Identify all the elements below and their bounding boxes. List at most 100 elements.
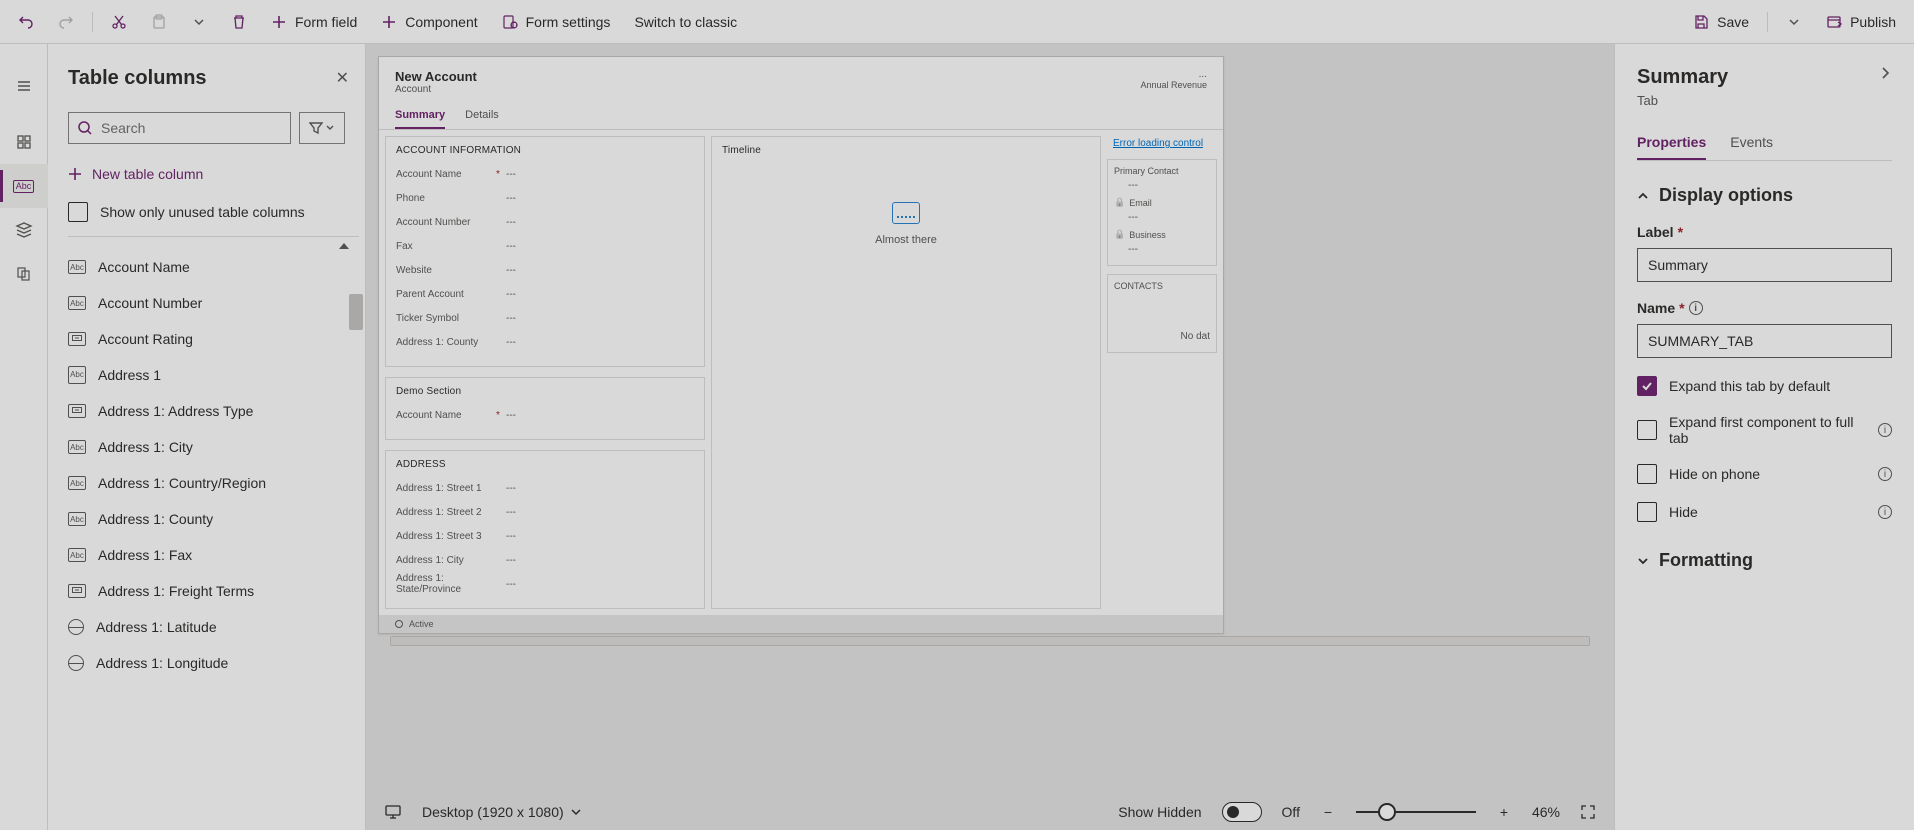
add-form-field-button[interactable]: Form field [261, 6, 367, 38]
properties-tab[interactable]: Properties [1637, 126, 1706, 160]
column-label: Address 1 [98, 367, 161, 383]
save-split-button[interactable] [1776, 6, 1812, 38]
column-item[interactable]: Account Rating [68, 321, 349, 357]
rail-components[interactable] [0, 120, 48, 164]
filter-button[interactable] [299, 112, 345, 144]
column-item[interactable]: AbcAddress 1 [68, 357, 349, 393]
column-item[interactable]: AbcAddress 1: Fax [68, 537, 349, 573]
show-unused-checkbox[interactable]: Show only unused table columns [68, 196, 359, 236]
required-marker: * [496, 169, 506, 180]
section-demo[interactable]: Demo Section Account Name*--- [385, 377, 705, 440]
search-input[interactable] [93, 120, 282, 136]
new-table-column-button[interactable]: New table column [68, 160, 359, 196]
section-timeline[interactable]: Timeline Almost there [711, 136, 1101, 609]
columns-list[interactable]: AbcAccount NameAbcAccount Number Account … [68, 236, 359, 830]
form-tab-details[interactable]: Details [465, 103, 499, 129]
required-marker: * [496, 410, 506, 421]
form-tab-summary[interactable]: Summary [395, 103, 445, 129]
chevron-down-icon [1786, 14, 1802, 30]
form-field-row[interactable]: Address 1: Street 1--- [396, 476, 694, 500]
expand-first-checkbox[interactable]: Expand first component to full tab i [1637, 414, 1892, 446]
scrollbar-thumb[interactable] [349, 294, 363, 330]
cut-button[interactable] [101, 6, 137, 38]
column-item[interactable]: AbcAddress 1: Country/Region [68, 465, 349, 501]
rail-tree[interactable] [0, 208, 48, 252]
column-item[interactable]: AbcAccount Name [68, 249, 349, 285]
name-input[interactable] [1637, 324, 1892, 358]
publish-button[interactable]: Publish [1816, 6, 1906, 38]
info-icon[interactable]: i [1878, 467, 1892, 481]
form-field-row[interactable]: Account Name*--- [396, 403, 694, 427]
form-field-row[interactable]: Address 1: County--- [396, 330, 694, 354]
error-loading-control[interactable]: Error loading control [1107, 136, 1217, 151]
redo-button[interactable] [48, 6, 84, 38]
form-field-row[interactable]: Account Name*--- [396, 162, 694, 186]
form-settings-button[interactable]: Form settings [492, 6, 621, 38]
form-field-row[interactable]: Phone--- [396, 186, 694, 210]
rail-table-columns[interactable]: Abc [0, 164, 48, 208]
properties-expand-button[interactable] [1878, 66, 1892, 80]
panel-title: Table columns [68, 67, 207, 90]
form-field-row[interactable]: Website--- [396, 258, 694, 282]
column-item[interactable]: Address 1: Freight Terms [68, 573, 349, 609]
hide-checkbox[interactable]: Hide i [1637, 502, 1892, 522]
search-input-wrapper[interactable] [68, 112, 291, 144]
section-primary-contact[interactable]: Primary Contact --- Email --- Business -… [1107, 159, 1217, 266]
column-label: Account Rating [98, 331, 193, 347]
info-icon[interactable]: i [1878, 423, 1892, 437]
add-component-button[interactable]: Component [371, 6, 487, 38]
show-hidden-toggle[interactable] [1222, 802, 1262, 822]
column-item[interactable]: AbcAddress 1: City [68, 429, 349, 465]
viewport-label: Desktop (1920 x 1080) [422, 804, 564, 820]
properties-subtitle: Tab [1637, 93, 1892, 108]
form-field-row[interactable]: Parent Account--- [396, 282, 694, 306]
label-input[interactable] [1637, 248, 1892, 282]
undo-button[interactable] [8, 6, 44, 38]
display-options-header[interactable]: Display options [1637, 185, 1892, 206]
form-preview[interactable]: New Account Account ... Annual Revenue S… [378, 56, 1224, 634]
publish-label: Publish [1850, 14, 1896, 30]
panel-close-button[interactable]: ✕ [326, 64, 359, 92]
info-icon[interactable]: i [1689, 301, 1703, 315]
hide-phone-checkbox[interactable]: Hide on phone i [1637, 464, 1892, 484]
search-icon [77, 120, 93, 136]
delete-button[interactable] [221, 6, 257, 38]
zoom-out-button[interactable]: − [1320, 804, 1336, 820]
column-item[interactable]: Address 1: Address Type [68, 393, 349, 429]
form-field-row[interactable]: Fax--- [396, 234, 694, 258]
form-field-row[interactable]: Ticker Symbol--- [396, 306, 694, 330]
rail-form-libraries[interactable] [0, 252, 48, 296]
fit-to-screen-icon[interactable] [1580, 804, 1596, 820]
header-ellipsis[interactable]: ... [1140, 69, 1207, 80]
field-value: --- [506, 169, 516, 180]
rail-hamburger[interactable] [0, 64, 48, 108]
checkbox-checked-icon [1637, 376, 1657, 396]
formatting-header[interactable]: Formatting [1637, 550, 1892, 571]
paste-split-button[interactable] [181, 6, 217, 38]
show-unused-label: Show only unused table columns [100, 204, 305, 220]
save-button[interactable]: Save [1683, 6, 1759, 38]
section-address[interactable]: ADDRESS Address 1: Street 1---Address 1:… [385, 450, 705, 609]
form-field-row[interactable]: Address 1: Street 3--- [396, 524, 694, 548]
zoom-in-button[interactable]: + [1496, 804, 1512, 820]
zoom-slider[interactable] [1356, 811, 1476, 813]
info-icon[interactable]: i [1878, 505, 1892, 519]
form-field-row[interactable]: Address 1: State/Province--- [396, 572, 694, 596]
column-item[interactable]: Address 1: Latitude [68, 609, 349, 645]
switch-classic-button[interactable]: Switch to classic [624, 6, 747, 38]
expand-default-checkbox[interactable]: Expand this tab by default [1637, 376, 1892, 396]
section-account-info[interactable]: ACCOUNT INFORMATION Account Name*---Phon… [385, 136, 705, 367]
paste-button[interactable] [141, 6, 177, 38]
form-field-row[interactable]: Account Number--- [396, 210, 694, 234]
form-field-row[interactable]: Address 1: Street 2--- [396, 500, 694, 524]
plus-icon [271, 14, 287, 30]
column-item[interactable]: AbcAddress 1: County [68, 501, 349, 537]
horizontal-scrollbar[interactable] [390, 636, 1590, 646]
form-field-row[interactable]: Address 1: City--- [396, 548, 694, 572]
section-contacts[interactable]: CONTACTS No dat [1107, 274, 1217, 353]
field-label: Address 1: County [396, 337, 496, 348]
column-item[interactable]: Address 1: Longitude [68, 645, 349, 681]
events-tab[interactable]: Events [1730, 126, 1773, 160]
column-item[interactable]: AbcAccount Number [68, 285, 349, 321]
viewport-dropdown[interactable]: Desktop (1920 x 1080) [422, 796, 582, 828]
